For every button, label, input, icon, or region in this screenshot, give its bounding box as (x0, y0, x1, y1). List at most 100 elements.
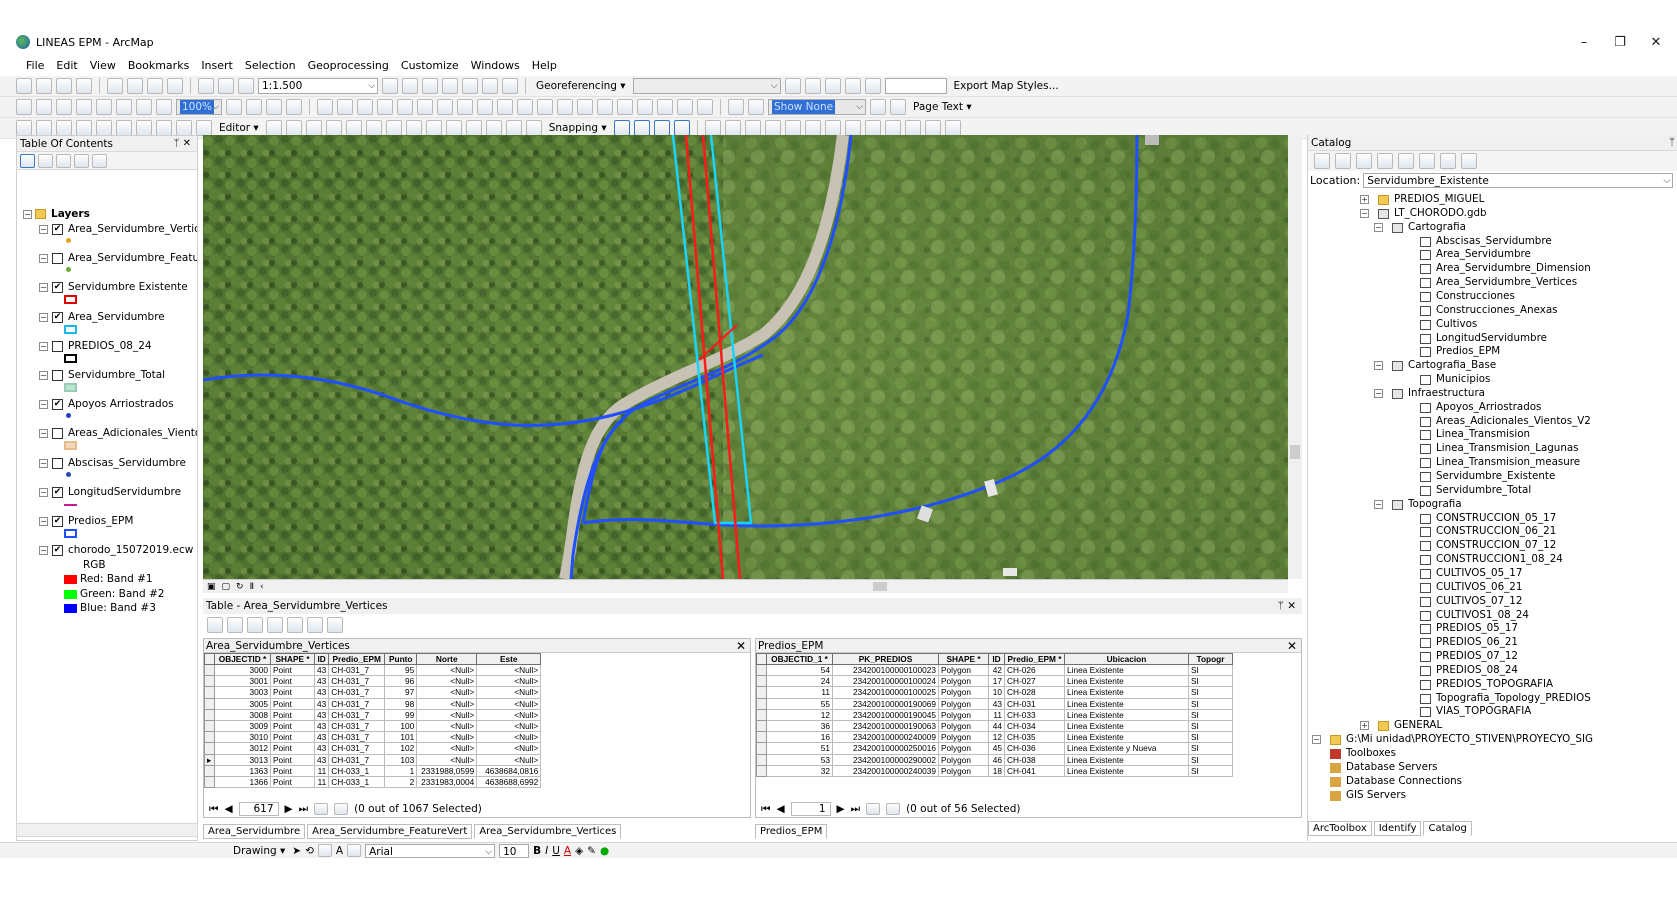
copy-icon[interactable] (127, 78, 143, 94)
catalog-item[interactable]: CULTIVOS_06_21 (1436, 581, 1522, 593)
edge-snapping-icon[interactable] (673, 120, 690, 136)
fixed-zoom-icon[interactable] (116, 99, 132, 115)
catalog-item[interactable]: G:\Mi unidad\PROYECTO_STIVEN\PROYECYO_SI… (1346, 733, 1593, 745)
add-data-icon[interactable] (238, 78, 254, 94)
georeferencing-layer-combo[interactable]: ⌵ (632, 78, 781, 94)
next-extent-icon[interactable] (156, 99, 172, 115)
measure-icon[interactable] (597, 99, 613, 115)
cogo-icon[interactable] (704, 120, 721, 136)
column-header[interactable]: Predio_EPM * (1004, 653, 1065, 665)
layer-visibility-checkbox[interactable] (52, 253, 63, 265)
column-header[interactable]: SHAPE * (938, 653, 989, 665)
map-view[interactable] (203, 135, 1288, 579)
paste-icon[interactable] (147, 78, 163, 94)
table-cell[interactable]: Point (270, 719, 315, 733)
catalog-item[interactable]: Area_Servidumbre_Vertices (1436, 276, 1577, 288)
zoom-to-selected-icon[interactable] (307, 617, 323, 633)
table-cell[interactable]: 11 (766, 686, 833, 699)
restore-button[interactable]: ❐ (1601, 32, 1639, 54)
table-cell[interactable]: <Null> (416, 686, 478, 699)
catalog-item[interactable]: CULTIVOS_05_17 (1436, 567, 1522, 579)
expand-collapse-icon[interactable]: − (1374, 499, 1383, 509)
export-map-styles-button[interactable]: Export Map Styles... (951, 80, 1062, 92)
table-cell[interactable]: <Null> (416, 753, 478, 766)
column-header[interactable]: ID (988, 653, 1005, 665)
undo-icon[interactable] (198, 78, 214, 94)
table-cell[interactable]: CH-041 (1004, 764, 1065, 777)
catalog-item[interactable]: Topografia_Topology_PREDIOS (1436, 692, 1591, 704)
snapping-menu[interactable]: Snapping ▾ (546, 122, 610, 134)
table-cell[interactable]: 43 (313, 686, 330, 699)
table-row[interactable]: 3012 Point 43 CH-031_7 102 <Null> <Null> (204, 742, 542, 755)
font-size-combo[interactable]: 10 (499, 843, 530, 858)
expand-collapse-icon[interactable]: − (1374, 222, 1383, 232)
layer-visibility-checkbox[interactable]: ✔ (52, 399, 63, 411)
pin-icon[interactable]: ᛘ ✕ (173, 136, 191, 152)
catalog-item[interactable]: LT_CHORODO.gdb (1394, 207, 1487, 219)
add-xy-data-icon[interactable] (16, 120, 32, 136)
export-style-input[interactable] (884, 78, 947, 94)
table-cell[interactable]: Polygon (938, 764, 989, 777)
scrollbar-thumb[interactable] (1290, 445, 1300, 459)
table-cell[interactable]: 234200100000240039 (832, 764, 939, 777)
fill-color-icon[interactable]: ◈ (575, 845, 583, 857)
table-row[interactable]: 3005 Point 43 CH-031_7 98 <Null> <Null> (204, 697, 542, 710)
globe-color-icon[interactable] (824, 120, 841, 136)
table-cell[interactable]: SI (1188, 742, 1233, 755)
table-cell[interactable]: Linea Existente (1064, 697, 1189, 710)
first-record-icon[interactable]: ⏮ (209, 803, 218, 816)
table-cell[interactable]: SI (1188, 731, 1233, 744)
table-cell[interactable]: 43 (313, 697, 330, 710)
adjustment-preview-icon[interactable] (944, 120, 961, 136)
table-cell[interactable]: 234200100000190063 (832, 719, 939, 733)
collapse-icon[interactable]: − (39, 487, 48, 497)
refresh-icon[interactable]: ↻ (236, 582, 244, 592)
layers-root-label[interactable]: Layers (51, 208, 90, 220)
fixed-zoom-in-icon[interactable] (397, 99, 413, 115)
perpendicular-icon[interactable] (764, 120, 781, 136)
table-cell[interactable]: 12 (766, 708, 833, 721)
table-cell[interactable]: Point (270, 742, 315, 755)
row-selector[interactable] (204, 663, 215, 677)
next-record-icon[interactable]: ▶ (285, 803, 293, 815)
table-cell[interactable]: <Null> (416, 708, 478, 721)
table-cell[interactable]: 1 (384, 764, 418, 777)
table-cell[interactable]: Linea Existente (1064, 753, 1189, 766)
layout-pan-icon[interactable] (56, 99, 72, 115)
table-cell[interactable]: CH-033_1 (328, 764, 386, 777)
table-cell[interactable]: Point (270, 686, 315, 699)
first-page-icon[interactable] (728, 99, 744, 115)
row-selector[interactable] (204, 719, 215, 733)
layer-name[interactable]: chorodo_15072019.ecw (68, 544, 193, 556)
row-selector[interactable] (756, 663, 767, 677)
table-cell[interactable]: Polygon (938, 753, 989, 766)
table-cell[interactable]: CH-031 (1004, 697, 1065, 710)
switch-selection-icon[interactable] (267, 617, 283, 633)
catalog-item[interactable]: PREDIOS_MIGUEL (1394, 193, 1484, 205)
menu-insert[interactable]: Insert (201, 56, 233, 76)
catalog-item[interactable]: Servidumbre_Total (1436, 484, 1531, 496)
direction-distance-icon[interactable] (784, 120, 801, 136)
table-options-icon[interactable] (207, 617, 223, 633)
toc-horizontal-scrollbar[interactable] (16, 823, 198, 837)
expand-collapse-icon[interactable]: − (1312, 735, 1321, 745)
catalog-item[interactable]: CONSTRUCCION_06_21 (1436, 525, 1556, 537)
layer-name[interactable]: Abscisas_Servidumbre (68, 457, 186, 469)
reshape-icon[interactable] (405, 120, 422, 136)
table-cell[interactable]: CH-031_7 (328, 708, 386, 721)
table-cell[interactable]: Point (270, 731, 315, 744)
edit-tool-icon[interactable] (265, 120, 282, 136)
layer-name[interactable]: Area_Servidumbre (68, 311, 165, 323)
table-cell[interactable]: <Null> (416, 663, 478, 677)
table-row[interactable]: 3008 Point 43 CH-031_7 99 <Null> <Null> (204, 708, 542, 721)
connect-folder-icon[interactable] (1398, 153, 1414, 169)
table-cell[interactable]: 55 (766, 697, 833, 710)
table-row[interactable]: 1363 Point 11 CH-033_1 1 2331988,0599 4638684,… (204, 764, 542, 777)
table-cell[interactable]: Polygon (938, 742, 989, 755)
page-text-menu[interactable]: Page Text ▾ (910, 101, 975, 113)
table-cell[interactable]: 97 (384, 686, 418, 699)
catalog-item[interactable]: Area_Servidumbre_Dimension (1436, 262, 1591, 274)
layer-visibility-checkbox[interactable]: ✔ (52, 224, 63, 235)
catalog-item[interactable]: PREDIOS_05_17 (1436, 622, 1518, 634)
table-cell[interactable]: SI (1188, 697, 1233, 710)
